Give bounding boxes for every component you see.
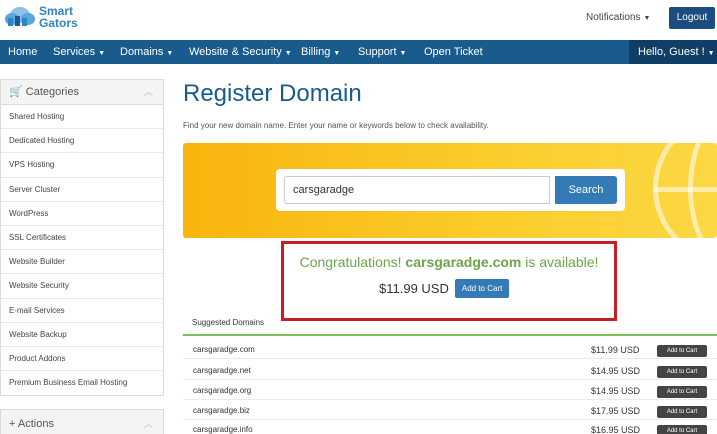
logo[interactable]: Smart Gators [4,5,78,29]
suggested-domain: carsgaradge.org [193,386,252,395]
globe-latitude-line [653,187,717,192]
domain-search-input[interactable]: carsgaradge [284,176,550,204]
sidebar-item-website-builder[interactable]: Website Builder [1,250,163,275]
categories-title: Categories [25,86,79,98]
sidebar-item-website-backup[interactable]: Website Backup [1,323,163,347]
suggested-price: $14.95 USD [591,366,641,376]
caret-down-icon: ▼ [399,50,407,57]
categories-header[interactable]: 🛒 Categories ︿ [1,80,163,105]
page-subtitle: Find your new domain name. Enter your na… [183,121,489,130]
add-to-cart-button[interactable]: Add to Cart [657,366,707,378]
congrats-prefix: Congratulations! [299,254,402,270]
caret-down-icon: ▼ [166,50,174,57]
add-to-cart-button[interactable]: Add to Cart [657,345,707,357]
sidebar-item-product-addons[interactable]: Product Addons [1,347,163,372]
suggested-domain: carsgaradge.com [193,345,255,354]
greeting-label: Hello, Guest ! [638,46,705,58]
nav-domains-label: Domains [120,46,164,58]
sidebar-item-ssl-certificates[interactable]: SSL Certificates [1,226,163,251]
nav-home-label: Home [8,46,38,58]
account-dropdown[interactable]: Hello, Guest ! ▼ [629,40,717,64]
caret-down-icon: ▼ [643,15,651,22]
price-row: $11.99 USD Add to Cart [379,279,510,298]
table-row: carsgaradge.info $16.95 USD Add to Cart [183,419,717,434]
sidebar-item-wordpress[interactable]: WordPress [1,202,163,226]
chevron-up-icon[interactable]: ︿ [144,80,153,105]
nav-open-ticket[interactable]: Open Ticket [424,40,483,64]
caret-down-icon: ▼ [333,50,341,57]
nav-support-label: Support [358,46,397,58]
add-to-cart-button[interactable]: Add to Cart [657,406,707,418]
sidebar-item-vps-hosting[interactable]: VPS Hosting [1,153,163,178]
suggested-price: $14.95 USD [591,386,641,396]
table-row: carsgaradge.com $11.99 USD Add to Cart [183,339,717,359]
suggested-domain: carsgaradge.biz [193,406,250,415]
search-button[interactable]: Search [555,176,617,204]
sidebar-item-dedicated-hosting[interactable]: Dedicated Hosting [1,129,163,154]
table-row: carsgaradge.org $14.95 USD Add to Cart [183,380,717,400]
nav-support[interactable]: Support ▼ [358,40,406,64]
suggested-domain: carsgaradge.net [193,366,251,375]
nav-billing-label: Billing [301,46,331,58]
chevron-up-icon[interactable]: ︿ [144,410,153,434]
sidebar-item-server-cluster[interactable]: Server Cluster [1,178,163,202]
sidebar-item-premium-email[interactable]: Premium Business Email Hosting [1,371,163,395]
add-to-cart-button[interactable]: Add to Cart [657,386,707,398]
notifications-dropdown[interactable]: Notifications ▼ [586,12,650,23]
availability-message: Congratulations! carsgaradge.com is avai… [284,254,614,270]
logo-text: Smart Gators [39,5,78,29]
search-form: carsgaradge Search [276,169,625,211]
divider [183,334,717,336]
nav-billing[interactable]: Billing ▼ [301,40,340,64]
availability-result: Congratulations! carsgaradge.com is avai… [281,241,617,321]
categories-panel: 🛒 Categories ︿ Shared Hosting Dedicated … [0,79,164,397]
actions-title: Actions [17,418,54,430]
domain-price: $11.99 USD [379,281,449,296]
suggested-domains-title: Suggested Domains [192,318,265,327]
suggested-price: $11.99 USD [591,345,640,355]
actions-panel[interactable]: + Actions ︿ [0,409,164,434]
suggested-price: $16.95 USD [591,425,641,434]
table-row: carsgaradge.net $14.95 USD Add to Cart [183,360,717,380]
cloud-logo-icon [4,5,36,29]
add-to-cart-button[interactable]: Add to Cart [657,425,707,434]
nav-services[interactable]: Services ▼ [53,40,105,64]
plus-icon: + [9,418,16,430]
nav-domains[interactable]: Domains ▼ [120,40,173,64]
nav-website-security-label: Website & Security [189,46,282,58]
domain-search-banner: carsgaradge Search [183,143,717,238]
logo-line2: Gators [39,16,78,30]
logout-button[interactable]: Logout [669,7,715,29]
available-domain: carsgaradge.com [405,254,522,270]
suggested-price: $17.95 USD [591,406,641,416]
nav-open-ticket-label: Open Ticket [424,46,483,58]
sidebar-item-email-services[interactable]: E-mail Services [1,299,163,323]
sidebar-item-shared-hosting[interactable]: Shared Hosting [1,105,163,130]
page-title: Register Domain [183,80,362,107]
nav-home[interactable]: Home [8,40,37,64]
add-to-cart-button[interactable]: Add to Cart [454,279,510,298]
notifications-label: Notifications [586,12,641,23]
congrats-suffix: is available! [525,254,599,270]
caret-down-icon: ▼ [707,50,715,57]
main-nav: Home Services ▼ Domains ▼ Website & Securi… [0,40,717,64]
table-row: carsgaradge.biz $17.95 USD Add to Cart [183,400,717,420]
caret-down-icon: ▼ [284,50,292,57]
suggested-domain: carsgaradge.info [193,425,253,434]
caret-down-icon: ▼ [98,50,106,57]
sidebar-item-website-security[interactable]: Website Security [1,274,163,299]
cart-icon: 🛒 [9,86,23,98]
top-header: Smart Gators Notifications ▼ Logout [0,0,717,40]
nav-services-label: Services [53,46,96,58]
nav-website-security[interactable]: Website & Security ▼ [189,40,292,64]
